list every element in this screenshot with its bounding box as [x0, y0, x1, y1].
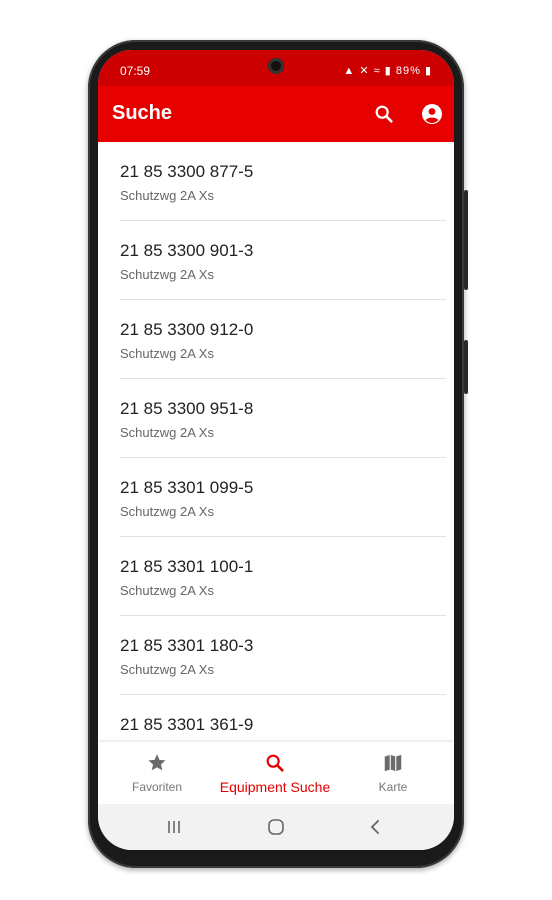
bottom-navigation: Favoriten Equipment Suche Karte — [98, 742, 454, 804]
list-item-subtitle: Schutzwg 2A Xs — [120, 583, 214, 598]
recents-icon — [168, 821, 180, 833]
battery-icon: ▮ — [424, 65, 432, 77]
signal-icon: ▮ — [384, 65, 392, 77]
list-item-subtitle: Schutzwg 2A Xs — [120, 267, 214, 282]
app-bar: Suche — [98, 86, 454, 142]
list-item-title: 21 85 3301 100-1 — [120, 557, 254, 576]
page-title: Suche — [112, 102, 173, 124]
mute-icon: ✕ — [359, 65, 370, 77]
list-item-subtitle: Schutzwg 2A Xs — [120, 504, 214, 519]
status-bar: 07:59 ▲ ✕ ≈ ▮ 89% ▮ — [98, 50, 454, 86]
search-icon — [375, 105, 393, 123]
phone-screen: 07:59 ▲ ✕ ≈ ▮ 89% ▮ Suche 21 85 3300 877… — [98, 50, 454, 850]
list-item-title: 21 85 3300 951-8 — [120, 399, 254, 418]
recents-button[interactable] — [162, 816, 186, 838]
account-button[interactable] — [418, 100, 446, 128]
list-item-title: 21 85 3301 099-5 — [120, 478, 254, 497]
list-item-title: 21 85 3300 877-5 — [120, 162, 254, 181]
search-button[interactable] — [370, 100, 398, 128]
account-icon — [422, 104, 442, 124]
nav-item-karte[interactable]: Karte — [334, 742, 452, 804]
nav-label: Karte — [378, 780, 408, 794]
list-item[interactable]: 21 85 3301 099-5 Schutzwg 2A Xs — [120, 458, 446, 537]
volume-button — [464, 190, 468, 290]
list-item-title: 21 85 3300 901-3 — [120, 241, 254, 260]
home-button[interactable] — [264, 816, 288, 838]
list-item[interactable]: 21 85 3300 912-0 Schutzwg 2A Xs — [120, 300, 446, 379]
back-icon — [370, 820, 379, 834]
list-item[interactable]: 21 85 3301 180-3 Schutzwg 2A Xs — [120, 616, 446, 695]
nav-item-equipment-suche[interactable]: Equipment Suche — [216, 742, 334, 804]
power-button — [464, 340, 468, 394]
nav-item-favoriten[interactable]: Favoriten — [98, 742, 216, 804]
list-item[interactable]: 21 85 3301 100-1 Schutzwg 2A Xs — [120, 537, 446, 616]
search-icon — [266, 754, 284, 772]
nav-label: Favoriten — [131, 780, 183, 794]
equipment-list: 21 85 3300 877-5 Schutzwg 2A Xs 21 85 33… — [98, 142, 454, 742]
list-item[interactable]: 21 85 3301 361-9 — [120, 695, 446, 742]
wifi-icon: ≈ — [373, 65, 381, 77]
list-item[interactable]: 21 85 3300 951-8 Schutzwg 2A Xs — [120, 379, 446, 458]
map-icon — [384, 754, 402, 772]
battery-percent: 89% — [395, 65, 421, 77]
list-item-title: 21 85 3301 180-3 — [120, 636, 254, 655]
home-icon — [268, 819, 284, 835]
battery-saver-icon: ▲ — [343, 65, 356, 77]
system-navigation-bar — [98, 804, 454, 850]
list-item-subtitle: Schutzwg 2A Xs — [120, 662, 214, 677]
status-icons: ▲ ✕ ≈ ▮ 89% ▮ — [343, 64, 432, 77]
list-item[interactable]: 21 85 3300 901-3 Schutzwg 2A Xs — [120, 221, 446, 300]
back-button[interactable] — [364, 816, 388, 838]
nav-label: Equipment Suche — [219, 779, 331, 795]
status-time: 07:59 — [120, 64, 151, 78]
list-item-subtitle: Schutzwg 2A Xs — [120, 425, 214, 440]
list-item-subtitle: Schutzwg 2A Xs — [120, 346, 214, 361]
star-icon — [148, 754, 166, 771]
list-item-subtitle: Schutzwg 2A Xs — [120, 188, 214, 203]
front-camera — [268, 58, 284, 74]
list-item-title: 21 85 3301 361-9 — [120, 715, 254, 734]
list-item-title: 21 85 3300 912-0 — [120, 320, 254, 339]
list-item[interactable]: 21 85 3300 877-5 Schutzwg 2A Xs — [120, 142, 446, 221]
